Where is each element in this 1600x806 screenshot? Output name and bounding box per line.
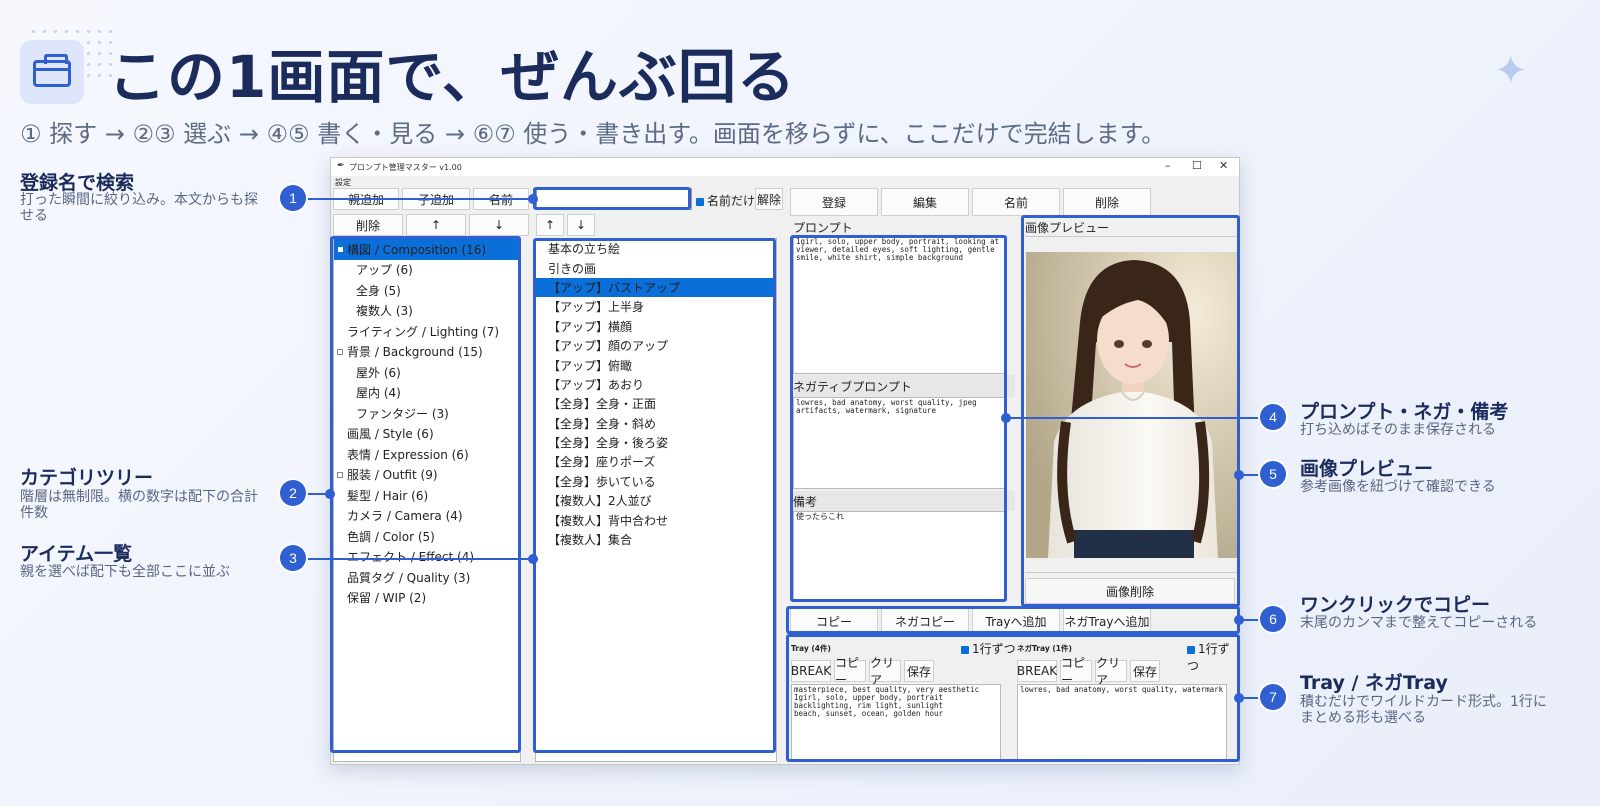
- prompt-scrollbar[interactable]: [1007, 236, 1015, 374]
- titlebar: ✒ プロンプト管理マスター v1.00 – ☐ ✕: [331, 158, 1239, 176]
- connector-dot-7: [1234, 693, 1244, 703]
- clear-search-button[interactable]: 解除: [755, 188, 783, 210]
- highlight-items: [533, 238, 776, 753]
- move-down-item-button[interactable]: ↓: [567, 214, 595, 236]
- badge-5: 5: [1260, 461, 1286, 487]
- feather-icon: ✒: [337, 161, 345, 171]
- annotation-2-title: カテゴリツリー: [20, 467, 154, 489]
- sparkle-icon: ✦: [1494, 48, 1528, 94]
- badge-6: 6: [1260, 606, 1286, 632]
- name-only-label: 名前だけ: [707, 194, 756, 208]
- highlight-search: [533, 187, 691, 210]
- annotation-4-title: プロンプト・ネガ・備考: [1300, 401, 1509, 423]
- negative-scrollbar[interactable]: [1007, 397, 1015, 489]
- annotation-1-title: 登録名で検索: [20, 172, 135, 194]
- notes-scrollbar[interactable]: [1007, 511, 1015, 601]
- connector-dot-4: [1001, 413, 1011, 423]
- page-subtitle: ① 探す → ②③ 選ぶ → ④⑤ 書く・見る → ⑥⑦ 使う・書き出す。画面を…: [20, 120, 1166, 148]
- annotation-7-desc: 積むだけでワイルドカード形式。1行にまとめる形も選べる: [1300, 694, 1547, 726]
- annotation-3-title: アイテム一覧: [20, 543, 133, 565]
- highlight-copy-buttons: [786, 606, 1240, 634]
- minimize-button[interactable]: –: [1165, 159, 1171, 172]
- name-only-checkbox[interactable]: 名前だけ: [696, 192, 755, 209]
- annotation-6-desc: 末尾のカンマまで整えてコピーされる: [1300, 615, 1538, 631]
- annotation-4-desc: 打ち込めばそのまま保存される: [1300, 422, 1496, 438]
- highlight-trays: [786, 634, 1240, 762]
- list-scrollbar[interactable]: [777, 238, 785, 762]
- annotation-2-desc: 階層は無制限。横の数字は配下の合計件数: [20, 489, 258, 521]
- connector-1: [292, 198, 533, 200]
- move-up-item-button[interactable]: ↑: [536, 214, 564, 236]
- annotation-1-desc: 打った瞬間に絞り込み。本文からも探せる: [20, 192, 258, 224]
- highlight-preview: [1021, 215, 1240, 607]
- move-up-category-button[interactable]: ↑: [406, 214, 466, 236]
- page-title: この1画面で、ぜんぶ回る: [108, 43, 797, 111]
- highlight-prompt-fields: [790, 235, 1007, 602]
- annotation-5-desc: 参考画像を紐づけて確認できる: [1300, 479, 1496, 495]
- badge-3: 3: [280, 545, 306, 571]
- connector-4: [1006, 417, 1272, 419]
- badge-4: 4: [1260, 404, 1286, 430]
- connector-dot-1: [528, 194, 538, 204]
- tree-scrollbar[interactable]: [521, 238, 529, 762]
- rename-item-button[interactable]: 名前: [972, 188, 1060, 216]
- badge-2: 2: [280, 480, 306, 506]
- delete-category-button[interactable]: 削除: [333, 214, 403, 236]
- highlight-tree: [330, 236, 521, 753]
- close-button[interactable]: ✕: [1219, 159, 1228, 172]
- move-down-category-button[interactable]: ↓: [469, 214, 529, 236]
- badge-7: 7: [1260, 684, 1286, 710]
- connector-3: [292, 558, 533, 560]
- connector-dot-3: [528, 554, 538, 564]
- connector-dot-6: [1234, 615, 1244, 625]
- prompt-label: プロンプト: [793, 221, 853, 235]
- annotation-5-title: 画像プレビュー: [1300, 458, 1434, 480]
- edit-button[interactable]: 編集: [881, 188, 969, 216]
- annotation-7-title: Tray / ネガTray: [1300, 672, 1448, 694]
- connector-dot-2: [325, 489, 335, 499]
- delete-item-button[interactable]: 削除: [1063, 188, 1151, 216]
- folder-icon: [20, 40, 84, 104]
- register-button[interactable]: 登録: [790, 188, 878, 216]
- menu-settings[interactable]: 設定: [335, 177, 351, 188]
- window-title: プロンプト管理マスター v1.00: [349, 163, 462, 172]
- annotation-3-desc: 親を選べば配下も全部ここに並ぶ: [20, 564, 230, 580]
- maximize-button[interactable]: ☐: [1192, 159, 1202, 172]
- annotation-6-title: ワンクリックでコピー: [1300, 594, 1491, 616]
- connector-dot-5: [1234, 470, 1244, 480]
- checkbox-icon: [696, 197, 704, 206]
- badge-1: 1: [280, 185, 306, 211]
